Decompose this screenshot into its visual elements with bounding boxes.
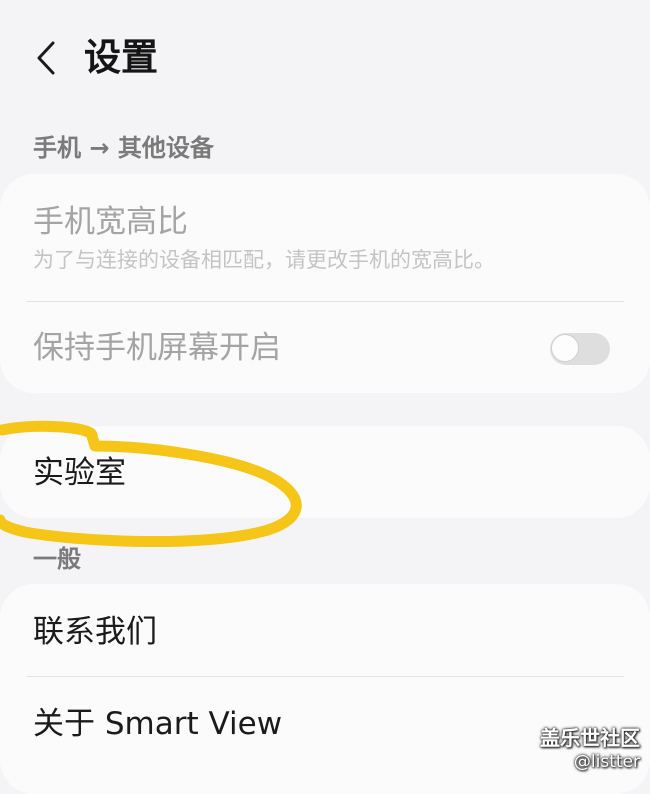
- keep-screen-on-setting[interactable]: 保持手机屏幕开启: [33, 328, 617, 368]
- watermark: 盖乐世社区 @listter: [540, 725, 640, 773]
- section-header-general: 一般: [33, 545, 81, 573]
- about-item[interactable]: 关于 Smart View: [33, 704, 617, 744]
- back-button[interactable]: [28, 36, 64, 80]
- watermark-sub: @listter: [573, 752, 640, 772]
- aspect-ratio-setting[interactable]: 手机宽高比 为了与连接的设备相匹配，请更改手机的宽高比。: [33, 202, 617, 274]
- about-title: 关于 Smart View: [33, 706, 283, 742]
- keep-screen-on-toggle[interactable]: [550, 333, 610, 365]
- app-header: 设置: [0, 0, 650, 110]
- toggle-knob: [551, 334, 579, 362]
- divider: [26, 676, 624, 677]
- chevron-left-icon: [37, 41, 55, 75]
- aspect-ratio-subtitle: 为了与连接的设备相匹配，请更改手机的宽高比。: [33, 248, 495, 272]
- phone-settings-card: 手机宽高比 为了与连接的设备相匹配，请更改手机的宽高比。 保持手机屏幕开启: [0, 174, 650, 393]
- labs-card: 实验室: [0, 426, 650, 518]
- section-header-phone-to-device: 手机 → 其他设备: [33, 134, 214, 162]
- keep-screen-on-title: 保持手机屏幕开启: [33, 330, 281, 366]
- divider: [26, 301, 624, 302]
- labs-title: 实验室: [33, 455, 126, 491]
- contact-us-title: 联系我们: [33, 614, 157, 650]
- contact-us-item[interactable]: 联系我们: [33, 612, 617, 652]
- watermark-main: 盖乐世社区: [540, 726, 640, 750]
- page-title: 设置: [84, 36, 158, 79]
- aspect-ratio-title: 手机宽高比: [33, 204, 188, 240]
- labs-item[interactable]: 实验室: [33, 453, 617, 493]
